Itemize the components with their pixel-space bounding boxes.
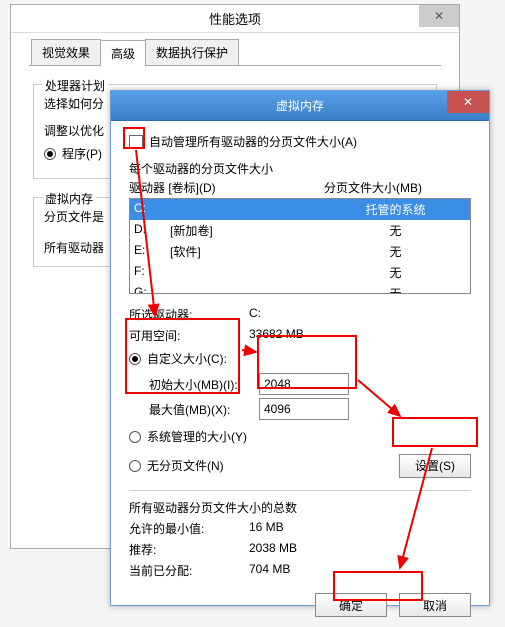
radio-custom-label: 自定义大小(C): [147,350,227,367]
auto-manage-row[interactable]: 自动管理所有驱动器的分页文件大小(A) [129,133,471,150]
radio-system[interactable] [129,431,141,443]
cur-value: 704 MB [249,562,471,579]
drive-list[interactable]: C: 托管的系统 D: [新加卷] 无 E: [软件] 无 F: 无 G: [129,198,471,294]
selected-drive-row: 所选驱动器: C: [129,306,471,323]
rec-label: 推荐: [129,541,249,558]
radio-programs-label: 程序(P) [62,145,102,162]
drive-col2: 分页文件大小(MB) [324,179,422,196]
cancel-button[interactable]: 取消 [399,593,471,617]
perf-titlebar: 性能选项 ✕ [11,5,459,33]
selected-drive-value: C: [249,306,471,323]
radio-none-label: 无分页文件(N) [147,457,224,474]
selected-drive-label: 所选驱动器: [129,306,249,323]
drive-columns: 驱动器 [卷标](D) 分页文件大小(MB) [129,179,471,196]
perf-close-button[interactable]: ✕ [419,5,459,27]
set-button[interactable]: 设置(S) [399,454,471,478]
auto-manage-checkbox[interactable] [129,135,143,149]
initial-size-row: 初始大小(MB)(I): [149,373,471,395]
perf-tabs: 视觉效果 高级 数据执行保护 [31,39,459,65]
ok-button[interactable]: 确定 [315,593,387,617]
virtual-memory-dialog: 虚拟内存 ✕ 自动管理所有驱动器的分页文件大小(A) 每个驱动器的分页文件大小 … [110,90,490,606]
radio-custom-row[interactable]: 自定义大小(C): [129,350,471,367]
radio-programs[interactable] [44,148,56,160]
drive-row-g[interactable]: G: 无 [130,283,470,294]
radio-custom[interactable] [129,353,141,365]
processor-scheduling-legend: 处理器计划 [42,77,108,94]
vm-close-button[interactable]: ✕ [447,91,489,113]
avail-space-value: 33682 MB [249,327,471,344]
auto-manage-label: 自动管理所有驱动器的分页文件大小(A) [149,133,357,150]
drive-row-d[interactable]: D: [新加卷] 无 [130,220,470,241]
max-size-row: 最大值(MB)(X): [149,398,471,420]
divider [129,490,471,491]
drive-row-e[interactable]: E: [软件] 无 [130,241,470,262]
vm-titlebar: 虚拟内存 ✕ [111,91,489,121]
close-icon: ✕ [434,9,444,23]
drive-row-f[interactable]: F: 无 [130,262,470,283]
tab-visual-effects[interactable]: 视觉效果 [31,39,101,65]
drive-col1: 驱动器 [卷标](D) [129,179,324,196]
radio-system-row[interactable]: 系统管理的大小(Y) [129,428,471,445]
dialog-buttons: 确定 取消 [129,593,471,617]
min-label: 允许的最小值: [129,520,249,537]
drive-row-c[interactable]: C: 托管的系统 [130,199,470,220]
max-size-label: 最大值(MB)(X): [149,401,259,418]
close-icon: ✕ [463,95,473,109]
min-value: 16 MB [249,520,471,537]
perf-title: 性能选项 [209,9,261,28]
tab-advanced[interactable]: 高级 [100,40,146,66]
vm-title: 虚拟内存 [276,97,324,114]
max-size-input[interactable] [259,398,349,420]
initial-size-input[interactable] [259,373,349,395]
radio-system-label: 系统管理的大小(Y) [147,428,247,445]
totals-block: 允许的最小值: 16 MB 推荐: 2038 MB 当前已分配: 704 MB [129,520,471,579]
totals-heading: 所有驱动器分页文件大小的总数 [129,499,471,516]
rec-value: 2038 MB [249,541,471,558]
radio-none[interactable] [129,460,141,472]
drive-heading: 每个驱动器的分页文件大小 [129,160,471,177]
avail-space-row: 可用空间: 33682 MB [129,327,471,344]
avail-space-label: 可用空间: [129,327,249,344]
tab-dep[interactable]: 数据执行保护 [145,39,239,65]
initial-size-label: 初始大小(MB)(I): [149,376,259,393]
vm-body: 自动管理所有驱动器的分页文件大小(A) 每个驱动器的分页文件大小 驱动器 [卷标… [111,121,489,627]
cur-label: 当前已分配: [129,562,249,579]
radio-none-row[interactable]: 无分页文件(N) [129,457,399,474]
vm-legend: 虚拟内存 [42,190,96,207]
